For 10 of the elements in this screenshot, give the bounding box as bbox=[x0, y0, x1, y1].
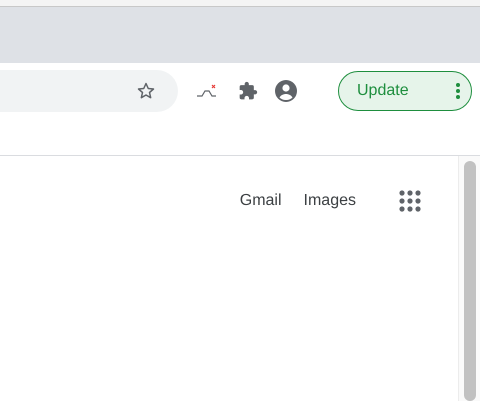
scrollbar[interactable] bbox=[458, 156, 480, 401]
header-link[interactable]: Images bbox=[304, 189, 356, 214]
header-link[interactable]: Gmail bbox=[240, 189, 282, 214]
profile-icon[interactable] bbox=[274, 79, 298, 103]
more-icon bbox=[455, 82, 461, 100]
scrollbar-thumb[interactable] bbox=[464, 161, 476, 401]
star-icon[interactable] bbox=[136, 81, 156, 101]
update-button[interactable]: Update bbox=[338, 71, 472, 111]
apps-grid-icon[interactable] bbox=[398, 189, 422, 214]
puzzle-icon[interactable] bbox=[238, 81, 258, 101]
